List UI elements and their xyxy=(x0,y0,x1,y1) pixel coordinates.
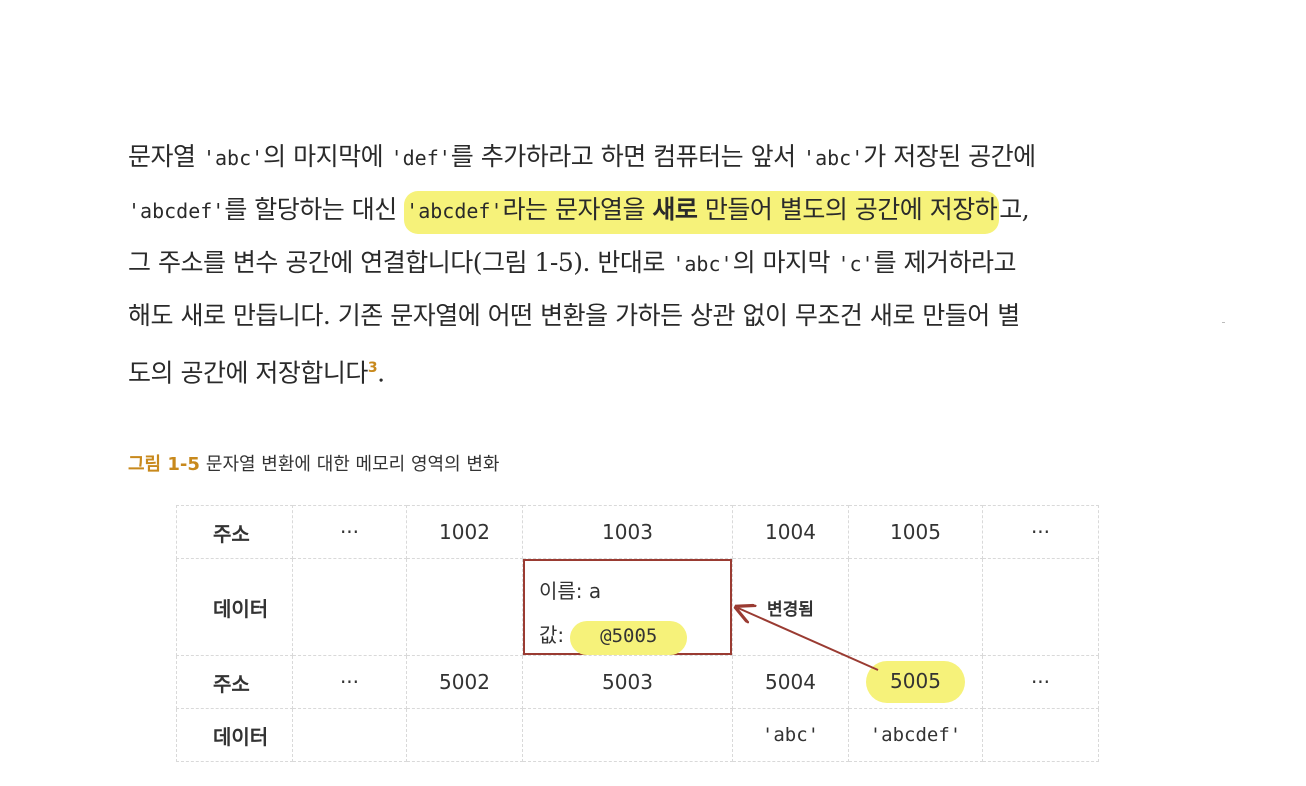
table-cell xyxy=(982,558,1099,656)
text: 만들어 별도의 공간에 저장하 xyxy=(697,195,998,224)
figure-title: 문자열 변환에 대한 메모리 영역의 변화 xyxy=(205,454,500,475)
paragraph-line-4: 해도 새로 만듭니다. 기존 문자열에 어떤 변환을 가하든 상관 없이 무조건… xyxy=(128,289,1158,342)
paragraph-line-1: 문자열 'abc'의 마지막에 'def'를 추가하라고 하면 컴퓨터는 앞서 … xyxy=(128,130,1158,183)
text: 고, xyxy=(999,195,1030,224)
memory-table: 주소 ··· 1002 1003 1004 1005 ··· 데이터 이름: a… xyxy=(176,505,1099,762)
table-cell: 5002 xyxy=(406,655,523,709)
inline-code: 'def' xyxy=(390,146,451,170)
table-cell: ··· xyxy=(292,655,407,709)
table-cell: 5005 xyxy=(848,655,983,709)
figure-caption: 그림 1-5 문자열 변환에 대한 메모리 영역의 변화 xyxy=(128,450,499,476)
margin-mark xyxy=(1222,322,1225,323)
text: . xyxy=(377,358,385,388)
text: 의 마지막 xyxy=(732,248,838,277)
inline-code: 'c' xyxy=(837,252,874,276)
table-cell: ··· xyxy=(982,655,1099,709)
paragraph-line-5: 도의 공간에 저장합니다3. xyxy=(128,342,1158,395)
table-cell xyxy=(406,558,523,656)
figure-number: 그림 1-5 xyxy=(128,454,200,475)
paragraph-line-3: 그 주소를 변수 공간에 연결합니다(그림 1-5). 반대로 'abc'의 마… xyxy=(128,236,1158,289)
table-cell: 1004 xyxy=(732,505,849,559)
text: 해도 새로 만듭니다. 기존 문자열에 어떤 변환을 가하든 상관 없이 무조건… xyxy=(128,301,1020,330)
text: 의 마지막에 xyxy=(263,142,391,171)
variable-cell: 이름: a 값: @5005 xyxy=(522,558,733,656)
variable-value: 값: @5005 xyxy=(539,619,688,655)
variable-box: 이름: a 값: @5005 xyxy=(523,559,732,655)
highlighted-phrase: 'abcdef'라는 문자열을 새로 만들어 별도의 공간에 저장하 xyxy=(404,191,1000,234)
inline-code: 'abcdef' xyxy=(128,199,225,223)
row-label: 데이터 xyxy=(176,558,293,656)
table-cell xyxy=(522,708,733,762)
row-label: 주소 xyxy=(176,655,293,709)
inline-code: 'abc' xyxy=(672,252,733,276)
row-label: 데이터 xyxy=(176,708,293,762)
table-cell: 5003 xyxy=(522,655,733,709)
bold-text: 새로 xyxy=(652,195,698,224)
data-row-bottom: 데이터 'abc' 'abcdef' xyxy=(176,708,1099,762)
address-row-bottom: 주소 ··· 5002 5003 5004 5005 ··· xyxy=(176,655,1099,709)
body-paragraph: 문자열 'abc'의 마지막에 'def'를 추가하라고 하면 컴퓨터는 앞서 … xyxy=(128,130,1158,395)
text: 라는 문자열을 xyxy=(502,195,653,224)
inline-code: 'abcdef' xyxy=(406,199,503,223)
table-cell xyxy=(292,558,407,656)
table-cell: ··· xyxy=(292,505,407,559)
row-label: 주소 xyxy=(176,505,293,559)
table-cell: 5004 xyxy=(732,655,849,709)
table-cell xyxy=(292,708,407,762)
table-cell: 1005 xyxy=(848,505,983,559)
data-row-top: 데이터 이름: a 값: @5005 변경됨 xyxy=(176,558,1099,656)
text: 문자열 xyxy=(128,142,203,171)
text: 도의 공간에 저장합니다 xyxy=(128,358,368,388)
string-value: 'abcdef' xyxy=(848,708,983,762)
string-value: 'abc' xyxy=(732,708,849,762)
table-cell: 1002 xyxy=(406,505,523,559)
text: 를 할당하는 대신 xyxy=(224,195,405,224)
table-cell xyxy=(848,558,983,656)
table-cell xyxy=(406,708,523,762)
value-address: @5005 xyxy=(570,621,688,655)
highlighted-address: 5005 xyxy=(866,661,965,703)
footnote-marker[interactable]: 3 xyxy=(368,360,378,376)
text: 를 제거하라고 xyxy=(873,248,1017,277)
address-row-top: 주소 ··· 1002 1003 1004 1005 ··· xyxy=(176,505,1099,559)
paragraph-line-2: 'abcdef'를 할당하는 대신 'abcdef'라는 문자열을 새로 만들어… xyxy=(128,183,1158,236)
table-cell: ··· xyxy=(982,505,1099,559)
inline-code: 'abc' xyxy=(803,146,864,170)
text: 를 추가하라고 하면 컴퓨터는 앞서 xyxy=(450,142,804,171)
text: 그 주소를 변수 공간에 연결합니다(그림 1-5). 반대로 xyxy=(128,248,673,277)
table-cell xyxy=(982,708,1099,762)
variable-name: 이름: a xyxy=(539,579,602,603)
changed-note: 변경됨 xyxy=(732,558,849,656)
value-label: 값: xyxy=(539,623,565,647)
table-cell: 1003 xyxy=(522,505,733,559)
text: 가 저장된 공간에 xyxy=(863,142,1036,171)
inline-code: 'abc' xyxy=(202,146,264,170)
